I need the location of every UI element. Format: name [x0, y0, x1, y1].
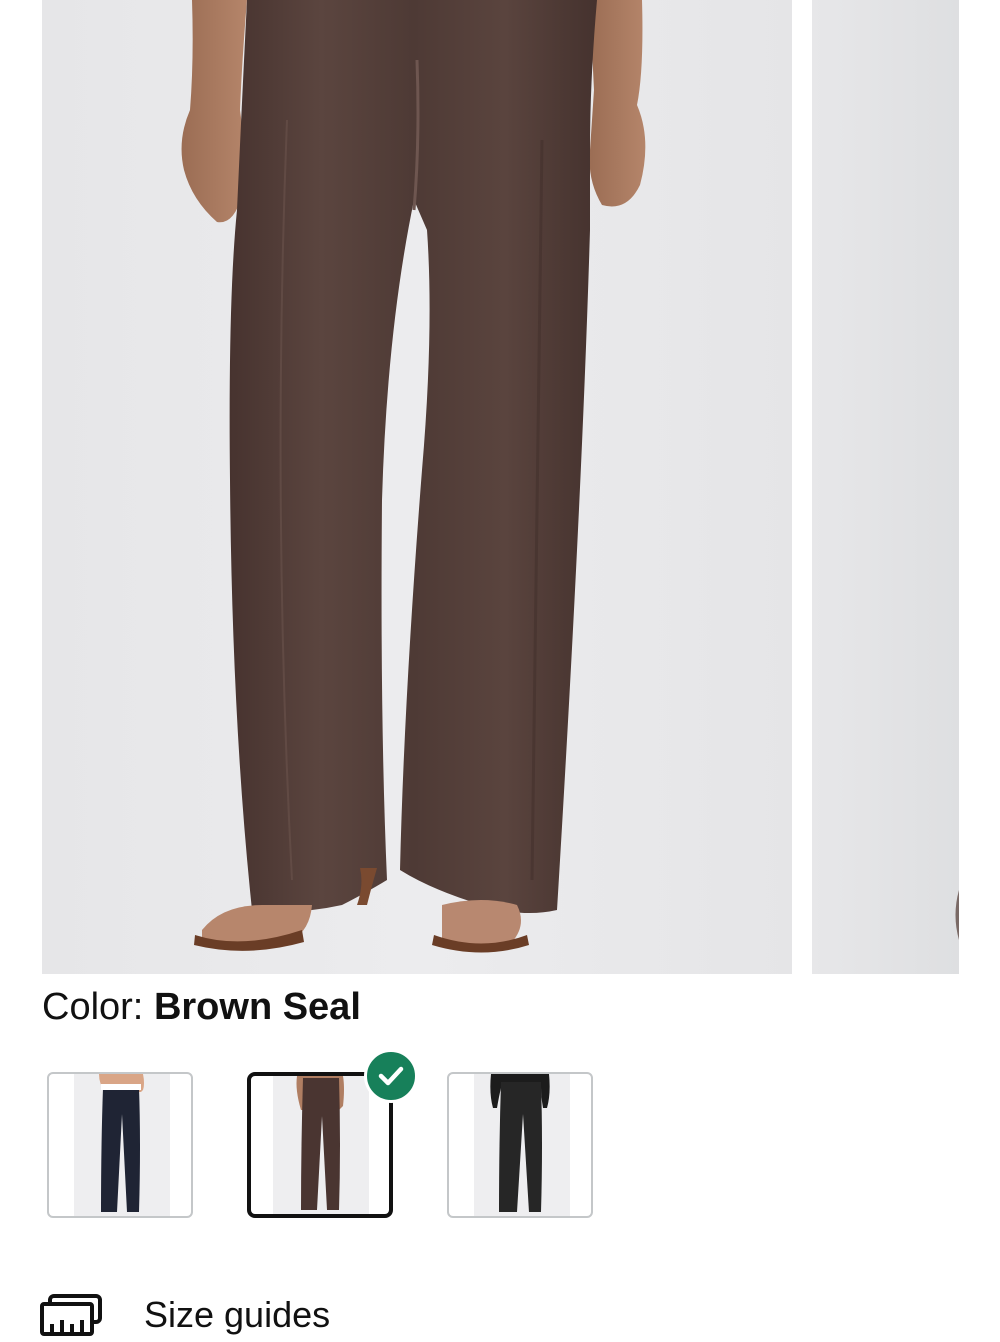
product-image-main[interactable]: [42, 0, 792, 974]
color-selection-label: Color: Brown Seal: [42, 984, 361, 1030]
product-image-gallery[interactable]: [0, 0, 1000, 975]
swatch-black-image: [474, 1074, 570, 1216]
next-photo-peek: [955, 890, 959, 940]
product-image-next[interactable]: [812, 0, 959, 974]
selected-check-icon: [364, 1049, 418, 1103]
ruler-icon: [40, 1292, 104, 1336]
pants-photo: [181, 0, 646, 953]
size-guides-link[interactable]: Size guides: [40, 1292, 330, 1342]
size-guides-label: Size guides: [144, 1294, 331, 1335]
color-label: Color:: [42, 986, 144, 1028]
selected-color-name: Brown Seal: [153, 986, 361, 1028]
color-swatch-black[interactable]: [447, 1072, 593, 1218]
color-swatch-navy[interactable]: [47, 1072, 193, 1218]
swatch-navy-image: [74, 1074, 170, 1216]
